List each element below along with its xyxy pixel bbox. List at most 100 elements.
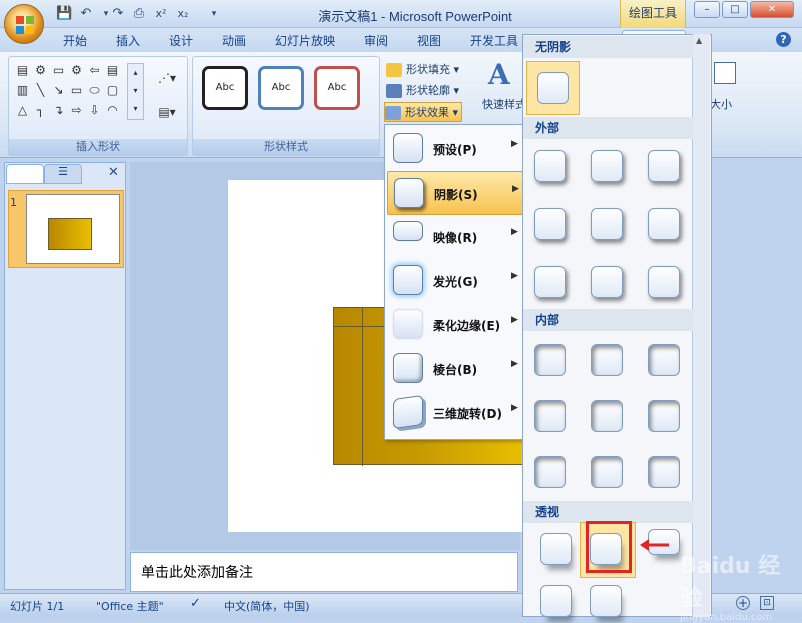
- textbox-shape-icon[interactable]: ▤: [15, 63, 30, 78]
- spellcheck-icon[interactable]: ✓: [190, 596, 201, 611]
- right-arrow-shape-icon[interactable]: ⇨: [69, 103, 84, 118]
- scroll-up-icon[interactable]: ▲: [696, 36, 702, 45]
- vertical-textbox-shape-icon[interactable]: ▥: [15, 83, 30, 98]
- shadow-option-inner[interactable]: [534, 400, 566, 432]
- style-swatch-blue[interactable]: Abc: [258, 66, 304, 110]
- shadow-option-outer[interactable]: [648, 208, 680, 240]
- curved-shape-icon[interactable]: ◠: [105, 103, 120, 118]
- notes-placeholder[interactable]: 单击此处添加备注: [130, 552, 518, 592]
- shadow-option-inner[interactable]: [534, 344, 566, 376]
- line-shape-icon[interactable]: ╲: [33, 83, 48, 98]
- submenu-arrow-icon: ▶: [511, 227, 518, 237]
- shadow-option-outer[interactable]: [591, 266, 623, 298]
- tab-insert[interactable]: 插入: [116, 32, 140, 50]
- shadow-option-outer[interactable]: [534, 150, 566, 182]
- shadow-option-perspective[interactable]: [540, 533, 572, 565]
- elbow-arrow-shape-icon[interactable]: ↴: [51, 103, 66, 118]
- menu-item-3d-rotation[interactable]: 三维旋转(D) ▶: [387, 391, 521, 433]
- gallery-scrollbar[interactable]: ▲: [692, 34, 710, 617]
- superscript-icon[interactable]: x²: [153, 6, 169, 22]
- shadow-option-perspective[interactable]: [540, 585, 572, 617]
- shadow-option-inner[interactable]: [591, 400, 623, 432]
- down-arrow-shape-icon[interactable]: ⇩: [87, 103, 102, 118]
- arrow-line-shape-icon[interactable]: ↘: [51, 83, 66, 98]
- shadow-option-inner[interactable]: [648, 400, 680, 432]
- shadow-option-inner[interactable]: [591, 344, 623, 376]
- shadow-option-inner[interactable]: [591, 456, 623, 488]
- callout-shape-icon[interactable]: ▭: [51, 63, 66, 78]
- close-pane-icon[interactable]: ✕: [108, 165, 119, 180]
- quick-styles-button[interactable]: 快速样式: [482, 95, 526, 115]
- menu-item-glow[interactable]: 发光(G) ▶: [387, 259, 521, 301]
- style-swatch-black[interactable]: Abc: [202, 66, 248, 110]
- shadow-option-none[interactable]: [537, 72, 569, 104]
- rounded-rect-shape-icon[interactable]: ▢: [105, 83, 120, 98]
- help-icon[interactable]: ?: [776, 32, 791, 47]
- glow-icon: [393, 265, 423, 295]
- tab-design[interactable]: 设计: [169, 32, 193, 50]
- redo-icon[interactable]: ↷: [110, 6, 126, 22]
- rectangle-shape-icon[interactable]: ▭: [69, 83, 84, 98]
- gear-shape-icon[interactable]: ⚙: [33, 63, 48, 78]
- triangle-shape-icon[interactable]: △: [15, 103, 30, 118]
- shadow-option-outer[interactable]: [648, 266, 680, 298]
- shadow-option-outer[interactable]: [591, 150, 623, 182]
- menu-item-soft-edges[interactable]: 柔化边缘(E) ▶: [387, 303, 521, 345]
- soft-edges-icon: [393, 309, 423, 339]
- gear-shape-icon[interactable]: ⚙: [69, 63, 84, 78]
- submenu-arrow-icon: ▶: [511, 139, 518, 149]
- print-preview-icon[interactable]: ⎙: [131, 6, 147, 22]
- tab-review[interactable]: 审阅: [364, 32, 388, 50]
- shadow-option-inner[interactable]: [534, 456, 566, 488]
- oval-shape-icon[interactable]: ⬭: [87, 83, 102, 98]
- undo-icon[interactable]: ↶: [78, 6, 94, 22]
- maximize-button[interactable]: □: [722, 1, 748, 18]
- shape-outline-button[interactable]: 形状轮廓 ▾: [386, 81, 459, 101]
- shapes-gallery-more-icon[interactable]: ▴ ▾ ▾: [127, 63, 144, 120]
- office-button[interactable]: [4, 4, 44, 44]
- edit-shape-icon[interactable]: ⋰▾: [155, 71, 179, 86]
- style-swatch-red[interactable]: Abc: [314, 66, 360, 110]
- shadow-option-inner[interactable]: [648, 456, 680, 488]
- submenu-arrow-icon: ▶: [512, 184, 519, 194]
- shape-effects-menu: 预设(P) ▶ 阴影(S) ▶ 映像(R) ▶ 发光(G) ▶ 柔化边缘(E) ▶ 棱台(…: [384, 124, 524, 440]
- bevel-icon: [393, 353, 423, 383]
- close-button[interactable]: ✕: [750, 1, 794, 18]
- tab-home[interactable]: 开始: [63, 32, 87, 50]
- shadow-option-outer[interactable]: [648, 150, 680, 182]
- subscript-icon[interactable]: x₂: [175, 6, 191, 22]
- shape-fill-button[interactable]: 形状填充 ▾: [386, 60, 459, 80]
- elbow-connector-shape-icon[interactable]: ┐: [33, 103, 48, 118]
- shadow-option-outer[interactable]: [534, 208, 566, 240]
- text-box-dropdown-icon[interactable]: ▤▾: [155, 105, 179, 120]
- minimize-button[interactable]: –: [694, 1, 720, 18]
- menu-item-shadow[interactable]: 阴影(S) ▶: [387, 171, 523, 215]
- shape-gridline: [362, 308, 363, 466]
- slide-number: 1: [10, 196, 17, 209]
- red-highlight-box: [586, 521, 632, 573]
- tab-slide-show[interactable]: 幻灯片放映: [275, 32, 335, 50]
- menu-item-bevel[interactable]: 棱台(B) ▶: [387, 347, 521, 389]
- section-no-shadow: 无阴影: [523, 36, 693, 58]
- submenu-arrow-icon: ▶: [511, 271, 518, 281]
- 3d-rotation-icon: [393, 394, 423, 430]
- shadow-option-inner[interactable]: [648, 344, 680, 376]
- menu-item-reflection[interactable]: 映像(R) ▶: [387, 215, 521, 257]
- customize-qat-icon[interactable]: ▾: [206, 6, 222, 22]
- left-arrow-shape-icon[interactable]: ⇦: [87, 63, 102, 78]
- tab-developer[interactable]: 开发工具: [470, 32, 518, 50]
- menu-item-preset[interactable]: 预设(P) ▶: [387, 127, 521, 169]
- shape-effects-button[interactable]: 形状效果 ▾: [384, 102, 463, 122]
- tab-view[interactable]: 视图: [417, 32, 441, 50]
- textbox-shape-icon[interactable]: ▤: [105, 63, 120, 78]
- shadow-option-outer[interactable]: [591, 208, 623, 240]
- shadow-option-perspective[interactable]: [590, 585, 622, 617]
- shadow-option-outer[interactable]: [534, 266, 566, 298]
- slides-tab[interactable]: [6, 164, 44, 184]
- tab-animations[interactable]: 动画: [222, 32, 246, 50]
- save-icon[interactable]: 💾: [56, 6, 72, 22]
- size-button[interactable]: 大小: [710, 95, 732, 115]
- baidu-jingyan-watermark: Baidu 经验 jingyan.baidu.com: [680, 554, 781, 623]
- outline-tab[interactable]: ☰: [44, 164, 82, 184]
- shape-styles-label: 形状样式: [193, 139, 379, 155]
